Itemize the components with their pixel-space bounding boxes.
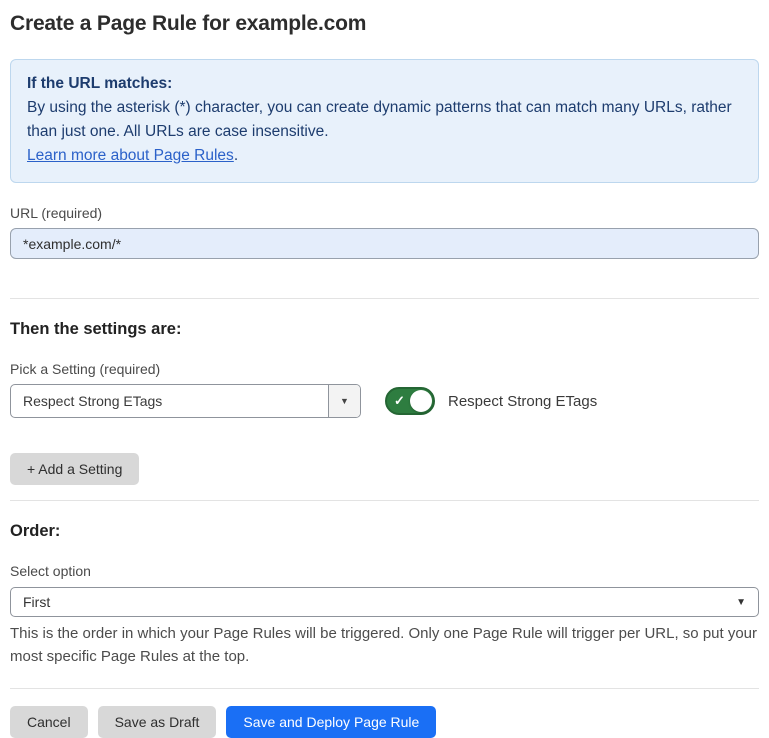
setting-row: Respect Strong ETags ▼ ✓ Respect Strong … xyxy=(10,384,759,418)
setting-select[interactable]: Respect Strong ETags ▼ xyxy=(10,384,361,418)
divider xyxy=(10,688,759,689)
save-draft-button[interactable]: Save as Draft xyxy=(98,706,217,738)
page-rule-form: Create a Page Rule for example.com If th… xyxy=(0,0,769,738)
add-setting-button[interactable]: + Add a Setting xyxy=(10,453,139,485)
learn-more-link[interactable]: Learn more about Page Rules xyxy=(27,147,234,164)
order-heading: Order: xyxy=(10,522,759,541)
settings-heading: Then the settings are: xyxy=(10,320,759,339)
toggle-label: Respect Strong ETags xyxy=(448,393,597,410)
order-select-value: First xyxy=(23,594,50,610)
url-match-info-box: If the URL matches: By using the asteris… xyxy=(10,59,759,183)
action-bar: Cancel Save as Draft Save and Deploy Pag… xyxy=(10,706,759,738)
order-select[interactable]: First ▼ xyxy=(10,587,759,617)
check-icon: ✓ xyxy=(394,393,405,409)
save-deploy-button[interactable]: Save and Deploy Page Rule xyxy=(226,706,436,738)
page-title: Create a Page Rule for example.com xyxy=(10,12,759,36)
link-suffix: . xyxy=(234,147,238,164)
toggle-knob xyxy=(410,390,432,412)
setting-toggle[interactable]: ✓ xyxy=(385,387,435,415)
info-box-body: By using the asterisk (*) character, you… xyxy=(27,96,742,144)
divider xyxy=(10,298,759,299)
info-box-heading: If the URL matches: xyxy=(27,72,742,96)
setting-picker-label: Pick a Setting (required) xyxy=(10,361,759,377)
divider xyxy=(10,500,759,501)
order-select-label: Select option xyxy=(10,563,759,579)
order-help-text: This is the order in which your Page Rul… xyxy=(10,622,759,668)
url-field-label: URL (required) xyxy=(10,205,759,221)
setting-select-value: Respect Strong ETags xyxy=(11,385,328,417)
chevron-down-icon: ▼ xyxy=(736,597,746,608)
url-input[interactable] xyxy=(10,228,759,259)
chevron-down-icon[interactable]: ▼ xyxy=(328,385,360,417)
cancel-button[interactable]: Cancel xyxy=(10,706,88,738)
info-box-link-line: Learn more about Page Rules. xyxy=(27,144,742,168)
